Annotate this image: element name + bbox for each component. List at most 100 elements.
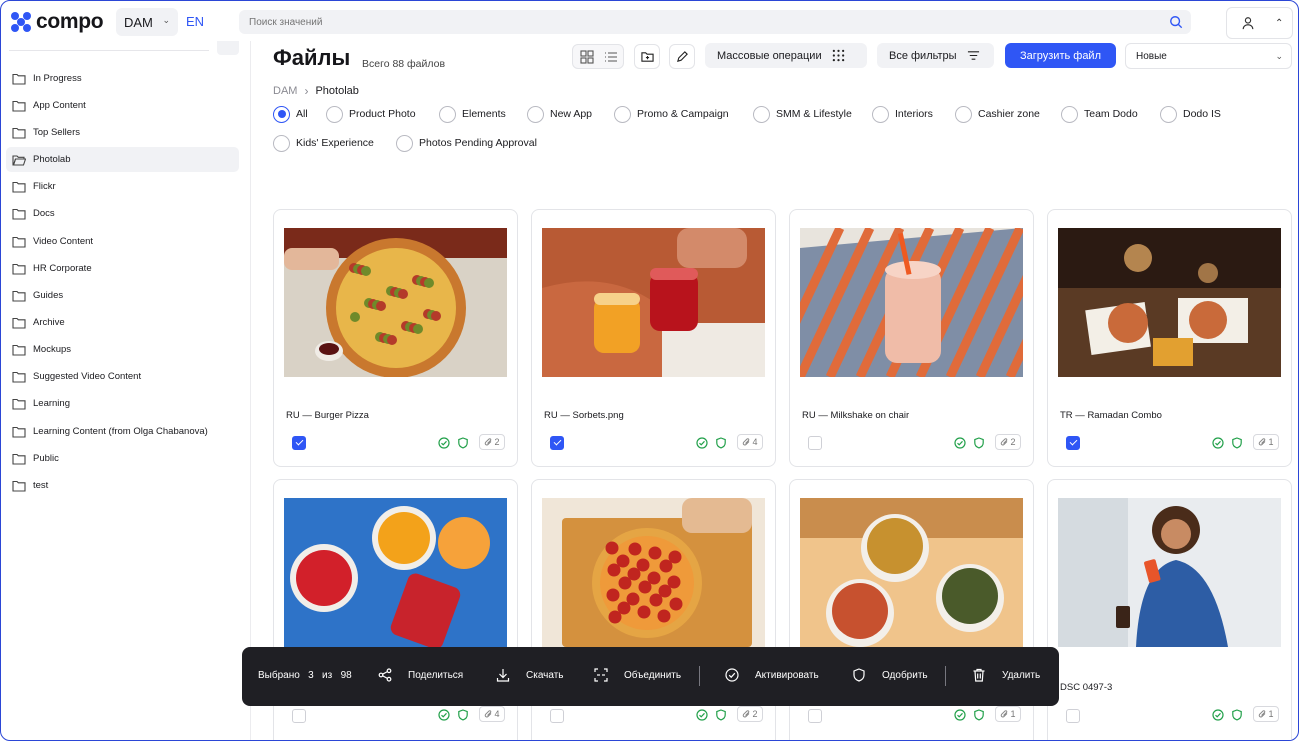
attachments-badge[interactable]: 4 [479, 706, 505, 722]
select-checkbox[interactable] [808, 436, 822, 450]
filter-option[interactable]: SMM & Lifestyle [753, 105, 852, 123]
select-checkbox[interactable] [1066, 709, 1080, 723]
sidebar-item[interactable]: Archive [6, 310, 239, 335]
sort-select[interactable]: Новые ⌄ [1125, 43, 1292, 69]
check-circle-icon [696, 437, 708, 449]
filter-option[interactable]: New App [527, 105, 592, 123]
approve-button[interactable]: Одобрить [852, 668, 928, 682]
attachments-count: 2 [1010, 437, 1016, 447]
download-button[interactable]: Скачать [496, 668, 564, 682]
file-card[interactable]: RU — Burger Pizza 2 [273, 209, 518, 467]
app-window: compo DAM ⌄ EN ⌃ In Progress App Content T… [0, 0, 1299, 741]
sidebar: In Progress App Content Top Sellers Photola… [1, 41, 251, 740]
file-thumbnail[interactable] [284, 228, 507, 377]
select-checkbox[interactable] [292, 709, 306, 723]
select-checkbox[interactable] [292, 436, 306, 450]
filter-option[interactable]: All [273, 105, 308, 123]
sidebar-item[interactable]: Learning [6, 391, 239, 416]
filter-option[interactable]: Product Photo [326, 105, 416, 123]
logo[interactable]: compo [11, 10, 104, 34]
filter-label: Elements [462, 108, 506, 120]
folder-icon [12, 398, 26, 410]
filter-option[interactable]: Elements [439, 105, 506, 123]
attachments-badge[interactable]: 4 [737, 434, 763, 450]
filter-option[interactable]: Cashier zone [955, 105, 1040, 123]
delete-button[interactable]: Удалить [972, 668, 1040, 682]
file-thumbnail[interactable] [1058, 228, 1281, 377]
select-checkbox[interactable] [550, 436, 564, 450]
sidebar-item-label: Photolab [33, 154, 71, 165]
select-checkbox[interactable] [1066, 436, 1080, 450]
sidebar-item[interactable]: Top Sellers [6, 120, 239, 145]
sidebar-item[interactable]: Public [6, 446, 239, 471]
sidebar-item[interactable]: App Content [6, 93, 239, 118]
grid-view-icon[interactable] [580, 50, 594, 64]
search-input[interactable] [249, 16, 1149, 28]
sidebar-item[interactable]: HR Corporate [6, 256, 239, 281]
file-thumbnail[interactable] [1058, 498, 1281, 647]
new-folder-button[interactable] [634, 44, 660, 69]
sidebar-item[interactable]: Suggested Video Content [6, 364, 239, 389]
paperclip-icon [485, 438, 492, 446]
sidebar-item[interactable]: Learning Content (from Olga Chabanova) [6, 419, 239, 444]
select-checkbox[interactable] [808, 709, 822, 723]
sidebar-item[interactable]: Flickr [6, 174, 239, 199]
upload-file-button[interactable]: Загрузить файл [1005, 43, 1116, 68]
file-thumbnail[interactable] [542, 498, 765, 647]
attachments-badge[interactable]: 1 [1253, 706, 1279, 722]
list-view-icon[interactable] [604, 50, 618, 64]
sidebar-item[interactable]: test [6, 473, 239, 498]
sidebar-item[interactable]: Docs [6, 201, 239, 226]
sidebar-item[interactable]: Mockups [6, 337, 239, 362]
file-thumbnail[interactable] [284, 498, 507, 647]
filter-option[interactable]: Photos Pending Approval [396, 134, 537, 152]
file-card[interactable]: RU — Sorbets.png 4 [531, 209, 776, 467]
language-switch[interactable]: EN [186, 14, 204, 29]
workspace-label: DAM [124, 14, 153, 30]
all-filters-button[interactable]: Все фильтры [877, 43, 994, 68]
file-thumbnail[interactable] [800, 498, 1023, 647]
paperclip-icon [485, 710, 492, 718]
filter-label: Cashier zone [978, 108, 1040, 120]
attachments-badge[interactable]: 1 [1253, 434, 1279, 450]
sidebar-item[interactable]: Video Content [6, 229, 239, 254]
attachments-count: 4 [494, 709, 500, 719]
attachments-badge[interactable]: 2 [995, 434, 1021, 450]
filter-option[interactable]: Interiors [872, 105, 933, 123]
edit-button[interactable] [669, 44, 695, 69]
file-thumbnail[interactable] [800, 228, 1023, 377]
file-thumbnail[interactable] [542, 228, 765, 377]
share-button[interactable]: Поделиться [378, 668, 463, 682]
activate-button[interactable]: Активировать [725, 668, 819, 682]
filter-option[interactable]: Promo & Campaign [614, 105, 729, 123]
sidebar-item[interactable]: Guides [6, 283, 239, 308]
filter-label: Product Photo [349, 108, 416, 120]
chevron-right-icon: › [304, 84, 309, 98]
sidebar-collapse-button[interactable] [217, 41, 239, 55]
sidebar-item-label: Video Content [33, 236, 94, 247]
filter-option[interactable]: Kids' Experience [273, 134, 374, 152]
breadcrumb-root[interactable]: DAM [273, 85, 297, 97]
merge-button[interactable]: Объединить [594, 668, 681, 682]
radio-icon [273, 105, 290, 123]
select-checkbox[interactable] [550, 709, 564, 723]
folder-icon [12, 453, 26, 465]
sidebar-item-label: Learning Content (from Olga Chabanova) [33, 426, 208, 437]
filter-option[interactable]: Team Dodo [1061, 105, 1138, 123]
file-card[interactable]: RU — Milkshake on chair 2 [789, 209, 1034, 467]
radio-icon [1160, 105, 1177, 123]
search-icon[interactable] [1169, 15, 1183, 29]
file-card[interactable]: TR — Ramadan Combo 1 [1047, 209, 1292, 467]
profile-menu[interactable]: ⌃ [1226, 7, 1293, 39]
total-count: 98 [340, 670, 352, 681]
file-card[interactable]: DSC 0497-3 1 [1047, 479, 1292, 740]
sidebar-item[interactable]: Photolab [6, 147, 239, 172]
sidebar-item[interactable]: In Progress [6, 66, 239, 91]
folder-icon [12, 208, 26, 220]
workspace-select[interactable]: DAM ⌄ [116, 8, 178, 36]
attachments-badge[interactable]: 2 [737, 706, 763, 722]
filter-option[interactable]: Dodo IS [1160, 105, 1221, 123]
attachments-badge[interactable]: 2 [479, 434, 505, 450]
bulk-operations-button[interactable]: Массовые операции [705, 43, 867, 68]
attachments-badge[interactable]: 1 [995, 706, 1021, 722]
